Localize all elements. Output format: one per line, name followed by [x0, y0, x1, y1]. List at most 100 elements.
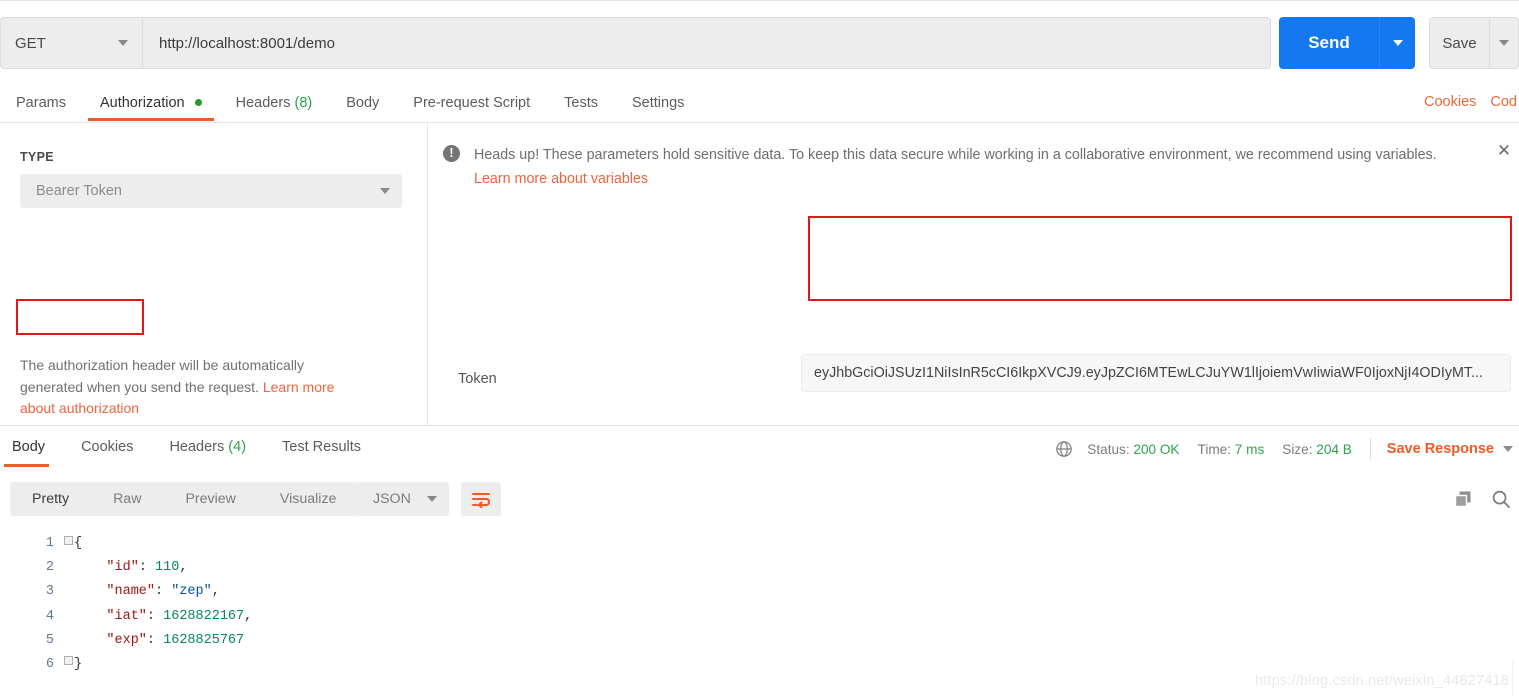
chevron-down-icon[interactable]	[1503, 446, 1513, 452]
chevron-down-icon	[427, 496, 437, 502]
auth-active-dot-icon	[194, 99, 202, 107]
response-body-toolbar: Pretty Raw Preview Visualize JSON	[0, 478, 1519, 524]
tab-settings-label: Settings	[631, 94, 685, 111]
line-number-gutter: 1 2 3 4 5 6	[28, 532, 54, 677]
response-tab-headers-label: Headers	[169, 439, 225, 456]
view-mode-pretty[interactable]: Pretty	[10, 482, 91, 516]
line-number: 3	[45, 584, 54, 600]
response-tab-bar: Body Cookies Headers (4) Test Results St…	[0, 426, 1519, 470]
view-mode-visualize[interactable]: Visualize	[258, 482, 359, 516]
response-format-value: JSON	[373, 491, 411, 507]
time-value: 7 ms	[1234, 441, 1265, 457]
tab-params-label: Params	[16, 94, 66, 111]
response-body-tools	[1454, 489, 1511, 509]
search-icon[interactable]	[1491, 489, 1511, 509]
code-fold-start-icon[interactable]	[64, 536, 73, 545]
save-response-button[interactable]: Save Response	[1387, 441, 1494, 457]
send-button-group: Send	[1279, 17, 1415, 69]
tab-body[interactable]: Body	[346, 86, 379, 122]
response-format-select[interactable]: JSON	[357, 482, 449, 516]
auth-type-value: Bearer Token	[36, 183, 122, 199]
send-button[interactable]: Send	[1279, 17, 1379, 69]
send-options-button[interactable]	[1379, 17, 1415, 69]
tab-headers-label: Headers	[235, 94, 291, 111]
save-options-button[interactable]	[1489, 17, 1519, 69]
auth-type-select[interactable]: Bearer Token	[20, 174, 402, 208]
cookies-link[interactable]: Cookies	[1424, 94, 1476, 110]
watermark-divider	[1512, 661, 1513, 695]
warning-text-line1: Heads up! These parameters hold sensitiv…	[474, 147, 1372, 163]
globe-icon	[1056, 441, 1073, 457]
view-mode-preview[interactable]: Preview	[163, 482, 257, 516]
line-number: 4	[45, 608, 54, 624]
chevron-down-icon	[380, 188, 390, 194]
postman-window: GET http://localhost:8001/demo Send Save…	[0, 0, 1519, 699]
token-field-label: Token	[458, 371, 497, 387]
view-mode-raw[interactable]: Raw	[91, 482, 163, 516]
response-tab-headers[interactable]: Headers (4)	[165, 429, 250, 467]
annotation-box-bearer-token	[16, 299, 144, 335]
line-number: 5	[45, 632, 54, 648]
watermark: https://blog.csdn.net/weixin_44827418	[1254, 673, 1509, 689]
code-line: "iat": 1628822167,	[106, 608, 253, 624]
tab-body-label: Body	[346, 94, 380, 111]
response-tab-test-results-label: Test Results	[282, 439, 362, 456]
status-label: Status:	[1087, 441, 1130, 457]
copy-icon[interactable]	[1454, 490, 1473, 509]
token-input[interactable]: eyJhbGciOiJSUzI1NiIsInR5cCI6IkpXVCJ9.eyJ…	[801, 354, 1511, 392]
line-number: 6	[45, 657, 54, 673]
tab-authorization-label: Authorization	[99, 94, 185, 111]
url-input[interactable]: http://localhost:8001/demo	[142, 17, 1271, 69]
save-button[interactable]: Save	[1429, 17, 1489, 69]
code-line: {	[74, 536, 83, 551]
response-tab-body[interactable]: Body	[3, 429, 50, 467]
code-fold-end-icon[interactable]	[64, 656, 73, 665]
json-response-body[interactable]: { "id": 110, "name": "zep", "iat": 16288…	[74, 532, 252, 677]
tab-tests[interactable]: Tests	[564, 86, 598, 122]
status-value: 200 OK	[1133, 441, 1180, 457]
code-line: }	[74, 657, 83, 673]
tab-pre-request-script[interactable]: Pre-request Script	[413, 86, 530, 122]
exclamation-icon: !	[443, 145, 460, 162]
top-divider	[0, 0, 1519, 1]
response-tab-cookies-label: Cookies	[81, 439, 134, 456]
status-divider	[1369, 438, 1371, 460]
size-value: 204 B	[1316, 441, 1352, 457]
line-number: 2	[45, 560, 54, 576]
type-heading: TYPE	[20, 150, 54, 164]
size-label: Size:	[1282, 441, 1313, 457]
auth-description-line1: The authorization header will be automat…	[20, 357, 305, 373]
wrap-text-icon	[472, 492, 491, 508]
request-url-bar: GET http://localhost:8001/demo Send Save	[0, 17, 1519, 69]
code-link[interactable]: Cod	[1490, 94, 1517, 110]
response-time: Time: 7 ms	[1198, 442, 1265, 457]
tab-headers[interactable]: Headers (8)	[236, 86, 313, 122]
response-tab-headers-count: (4)	[228, 439, 247, 456]
auth-description-line2: generated when you send the request.	[20, 378, 263, 395]
chevron-down-icon	[1499, 40, 1509, 46]
http-method-select[interactable]: GET	[0, 17, 142, 69]
line-number: 1	[45, 536, 54, 551]
tab-params[interactable]: Params	[16, 86, 66, 122]
view-mode-segmented-control: Pretty Raw Preview Visualize	[10, 482, 359, 516]
save-button-group: Save	[1429, 17, 1519, 69]
chevron-down-icon	[118, 40, 128, 46]
tab-pre-request-script-label: Pre-request Script	[413, 94, 531, 111]
chevron-down-icon	[1392, 40, 1403, 46]
code-line: "exp": 1628825767	[106, 632, 245, 648]
warning-text: Heads up! These parameters hold sensitiv…	[474, 143, 1474, 191]
tab-authorization[interactable]: Authorization	[88, 86, 214, 122]
authorization-type-panel: TYPE Bearer Token The authorization head…	[0, 123, 428, 425]
tab-settings[interactable]: Settings	[632, 86, 684, 122]
annotation-box-token	[808, 216, 1512, 301]
time-label: Time:	[1197, 441, 1231, 457]
code-line: "id": 110,	[106, 560, 188, 576]
response-tab-test-results[interactable]: Test Results	[278, 429, 365, 467]
wrap-text-button[interactable]	[461, 482, 501, 516]
learn-more-variables-link[interactable]: Learn more about variables	[474, 171, 648, 187]
code-line: "name": "zep",	[106, 584, 220, 600]
tab-tests-label: Tests	[564, 94, 598, 111]
close-icon[interactable]: ✕	[1495, 142, 1513, 160]
response-tab-cookies[interactable]: Cookies	[77, 429, 137, 467]
status-code: Status: 200 OK	[1087, 442, 1179, 457]
